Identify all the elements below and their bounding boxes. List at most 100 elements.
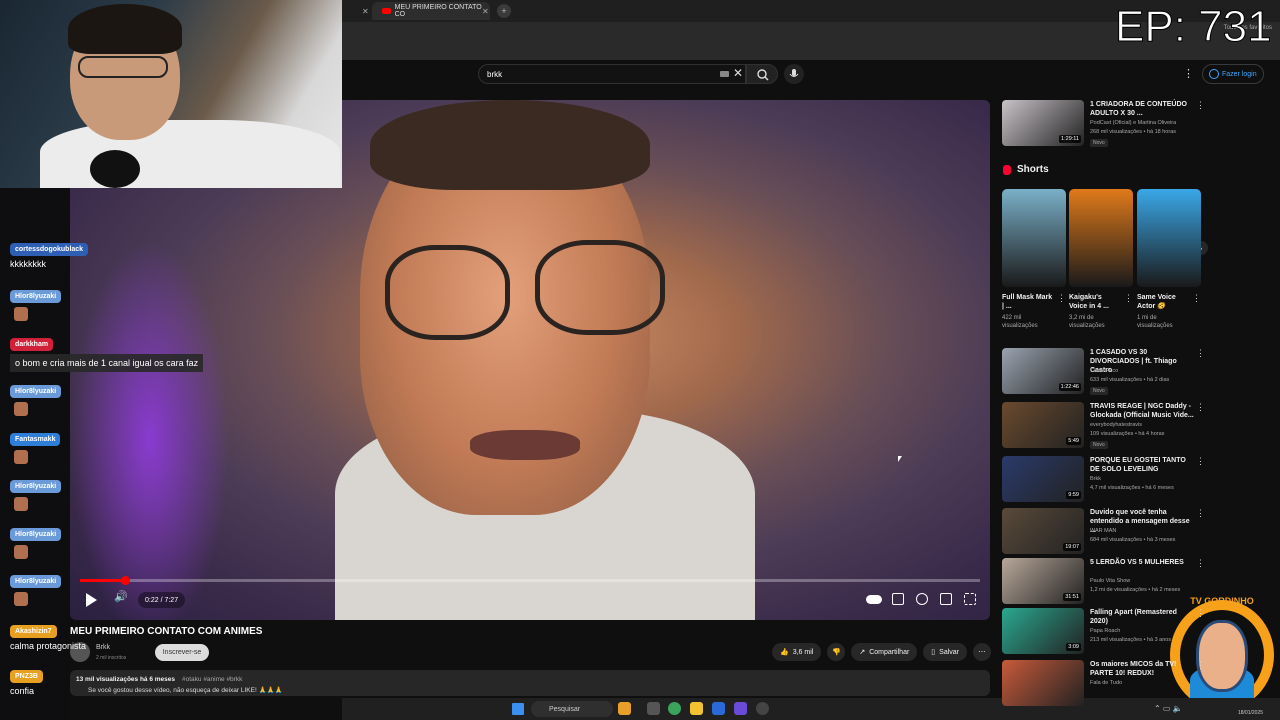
recommended-video[interactable]: 9:59 PORQUE EU GOSTEI TANTO DE SOLO LEVEL…	[1002, 456, 1208, 506]
chat-username[interactable]: Akashizin7	[10, 625, 57, 638]
more-options-icon[interactable]: ⋮	[1124, 293, 1133, 304]
fullscreen-icon[interactable]	[964, 593, 976, 605]
dislike-button[interactable]: 👎	[827, 643, 846, 661]
recommended-video-title[interactable]: Os maiores MICOS da TV! PARTE 10! REDUX!	[1090, 660, 1194, 678]
short-title[interactable]: Kaigaku's Voice in 4 ...	[1069, 293, 1121, 311]
task-view-icon[interactable]	[647, 702, 660, 715]
chat-username[interactable]: Hlor8lyuzaki	[10, 385, 62, 398]
short-item[interactable]: Full Mask Mark | ... 422 mil visualizaçõe…	[1002, 189, 1066, 330]
recommended-video-title[interactable]: TRAVIS REAGE | NGC Daddy - Glockada (Off…	[1090, 402, 1194, 420]
browser-tab-active[interactable]: MEU PRIMEIRO CONTATO CO	[372, 2, 490, 20]
video-thumbnail[interactable]: 19:07	[1002, 508, 1084, 554]
settings-gear-icon[interactable]	[916, 593, 928, 605]
recommended-video-title[interactable]: PORQUE EU GOSTEI TANTO DE SOLO LEVELING	[1090, 456, 1194, 474]
store-icon[interactable]	[712, 702, 725, 715]
more-actions-button[interactable]: ⋯	[973, 643, 991, 661]
video-thumbnail[interactable]: 5:49	[1002, 402, 1084, 448]
theater-mode-icon[interactable]	[940, 593, 952, 605]
login-button[interactable]: Fazer login	[1202, 64, 1264, 84]
windows-start-icon[interactable]	[512, 703, 524, 715]
video-thumbnail[interactable]: 3:09	[1002, 608, 1084, 654]
login-label: Fazer login	[1222, 70, 1257, 78]
recommended-channel[interactable]: Brkk	[1090, 476, 1101, 482]
short-title[interactable]: Same Voice Actor 🫨	[1137, 293, 1189, 311]
video-thumbnail[interactable]: 1:22:46	[1002, 348, 1084, 394]
short-item[interactable]: Kaigaku's Voice in 4 ... 3,2 mi de visual…	[1069, 189, 1133, 330]
video-thumbnail[interactable]	[1002, 660, 1084, 706]
recommended-video-title[interactable]: 5 LERDÃO VS 5 MULHERES	[1090, 558, 1194, 567]
chat-username[interactable]: Hlor8lyuzaki	[10, 480, 62, 493]
short-thumbnail[interactable]	[1137, 189, 1201, 287]
subtitles-icon[interactable]	[892, 593, 904, 605]
video-thumbnail[interactable]: 9:59	[1002, 456, 1084, 502]
progress-scrubber[interactable]	[121, 576, 130, 585]
recommended-video[interactable]: 3:09 Falling Apart (Remastered 2020) Papa …	[1002, 608, 1208, 658]
share-button[interactable]: ↗ Compartilhar	[851, 643, 918, 661]
close-tab-icon[interactable]: ✕	[482, 2, 489, 20]
more-options-icon[interactable]: ⋮	[1196, 402, 1205, 413]
short-thumbnail[interactable]	[1069, 189, 1133, 287]
recommended-channel[interactable]: PodCast (Oficial) e Martina Oliveira	[1090, 120, 1176, 126]
recommended-channel[interactable]: Fala de Tudo	[1090, 680, 1122, 686]
recommended-video[interactable]: 1:22:46 1 CASADO VS 30 DIVORCIADOS | ft. …	[1002, 348, 1208, 398]
recommended-video[interactable]: 31:51 5 LERDÃO VS 5 MULHERES Paulo Vita Sh…	[1002, 558, 1208, 608]
subscribe-button[interactable]: Inscrever-se	[155, 644, 209, 661]
chat-username[interactable]: Hlor8lyuzaki	[10, 575, 62, 588]
more-options-icon[interactable]: ⋮	[1057, 293, 1066, 304]
more-options-icon[interactable]: ⋮	[1196, 558, 1205, 569]
recommended-channel[interactable]: everybodyhatestravis	[1090, 422, 1142, 428]
recommended-video[interactable]: Os maiores MICOS da TV! PARTE 10! REDUX!…	[1002, 660, 1208, 710]
video-progress-bar[interactable]	[80, 576, 980, 585]
channel-name[interactable]: Brkk	[96, 644, 110, 651]
short-title[interactable]: Full Mask Mark | ...	[1002, 293, 1054, 311]
chrome-icon[interactable]	[668, 702, 681, 715]
clear-search-icon[interactable]: ✕	[733, 66, 743, 80]
play-button[interactable]	[84, 592, 98, 608]
volume-icon[interactable]: 🔊	[114, 590, 132, 608]
more-options-icon[interactable]: ⋮	[1192, 293, 1201, 304]
shorts-logo-icon	[1003, 164, 1011, 175]
save-button[interactable]: ▯ Salvar	[923, 643, 967, 661]
recommended-video[interactable]: 19:07 Duvido que você tenha entendido a m…	[1002, 508, 1208, 558]
obs-icon[interactable]	[756, 702, 769, 715]
video-duration: 1:22:46	[1058, 383, 1081, 391]
more-options-icon[interactable]: ⋮	[1196, 456, 1205, 467]
recommended-channel[interactable]: Papa Roach	[1090, 628, 1120, 634]
recommended-channel[interactable]: Paulo Vita Show	[1090, 578, 1130, 584]
voice-search-button[interactable]	[784, 64, 804, 84]
recommended-channel[interactable]: Canal Fuco	[1090, 368, 1118, 374]
more-options-icon[interactable]: ⋮	[1196, 660, 1205, 671]
close-tab-icon[interactable]: ✕	[362, 2, 369, 20]
recommended-video[interactable]: 5:49 TRAVIS REAGE | NGC Daddy - Glockada …	[1002, 402, 1208, 452]
chat-username[interactable]: darkkham	[10, 338, 54, 351]
autoplay-toggle[interactable]	[866, 595, 882, 604]
chat-username[interactable]: PNZ3B	[10, 670, 43, 683]
recommended-video[interactable]: 1:29:11 1 CRIADORA DE CONTEÚDO ADULTO X 3…	[1002, 100, 1208, 150]
chat-username[interactable]: Fantasmakk	[10, 433, 61, 446]
more-options-icon[interactable]: ⋮	[1196, 608, 1205, 619]
file-explorer-icon[interactable]	[618, 702, 631, 715]
discord-icon[interactable]	[734, 702, 747, 715]
settings-menu-icon[interactable]: ⋮	[1183, 67, 1194, 80]
new-tab-button[interactable]: +	[497, 4, 511, 18]
more-options-icon[interactable]: ⋮	[1196, 100, 1205, 111]
hashtags[interactable]: #otaku #anime #brkk	[182, 676, 242, 683]
video-thumbnail[interactable]: 31:51	[1002, 558, 1084, 604]
search-button[interactable]	[746, 64, 778, 84]
folder-icon[interactable]	[690, 702, 703, 715]
chat-username[interactable]: cortessdogokublack	[10, 243, 89, 256]
recommended-video-title[interactable]: 1 CRIADORA DE CONTEÚDO ADULTO X 30 ...	[1090, 100, 1194, 118]
chat-username[interactable]: Hlor8lyuzaki	[10, 528, 62, 541]
short-thumbnail[interactable]	[1002, 189, 1066, 287]
like-button[interactable]: 👍 3,6 mil	[772, 643, 822, 661]
more-options-icon[interactable]: ⋮	[1196, 508, 1205, 519]
video-thumbnail[interactable]: 1:29:11	[1002, 100, 1084, 146]
short-item[interactable]: Same Voice Actor 🫨 1 mi de visualizações ⋮	[1137, 189, 1201, 330]
keyboard-icon[interactable]	[720, 71, 729, 77]
recommended-channel[interactable]: WAR MAN	[1090, 528, 1116, 534]
chat-username[interactable]: Hlor8lyuzaki	[10, 290, 62, 303]
recommended-video-title[interactable]: Falling Apart (Remastered 2020)	[1090, 608, 1194, 626]
taskbar-search-input[interactable]: Pesquisar	[531, 701, 613, 717]
more-options-icon[interactable]: ⋮	[1196, 348, 1205, 359]
search-input[interactable]: brkk	[478, 64, 746, 84]
